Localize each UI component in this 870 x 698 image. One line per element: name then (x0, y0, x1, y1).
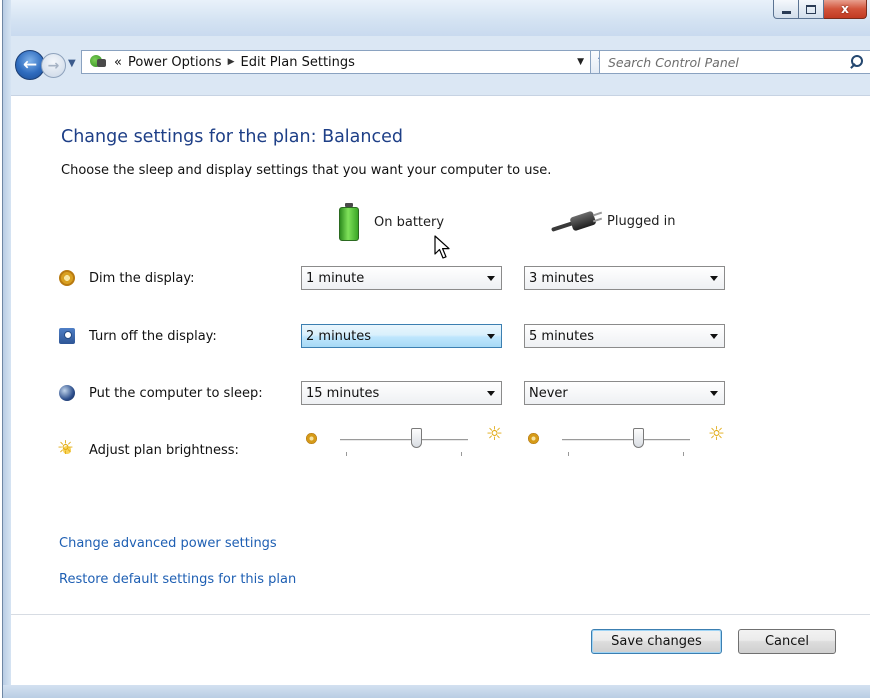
address-bar[interactable]: « Power Options ▶ Edit Plan Settings ▼ (81, 50, 591, 74)
navigation-bar: ← → ▼ « Power Options ▶ Edit Plan Settin… (11, 50, 870, 86)
mouse-cursor-icon (434, 235, 450, 259)
search-placeholder: Search Control Panel (608, 54, 739, 70)
page-title: Change settings for the plan: Balanced (61, 127, 403, 147)
setting-label-text: Dim the display: (89, 270, 195, 286)
maximize-button[interactable] (799, 0, 824, 19)
setting-label-dim-display: Dim the display: (59, 270, 194, 286)
dim-display-battery-select[interactable]: 1 minute (301, 266, 502, 290)
restore-defaults-link[interactable]: Restore default settings for this plan (59, 572, 296, 587)
control-panel-window: x ← → ▼ « Power Options ▶ Edit Plan Sett… (2, 0, 870, 698)
chevron-down-icon (487, 275, 495, 281)
setting-label-sleep: Put the computer to sleep: (59, 385, 263, 401)
close-button[interactable]: x (824, 0, 867, 19)
title-bar[interactable]: x (3, 0, 870, 36)
divider (11, 614, 870, 615)
breadcrumb-edit-plan-settings[interactable]: Edit Plan Settings (241, 55, 355, 70)
battery-icon (338, 203, 360, 241)
sleep-plugged-select[interactable]: Never (524, 381, 725, 405)
chevron-down-icon (710, 275, 718, 281)
setting-label-brightness: Adjust plan brightness: (57, 437, 239, 459)
column-header-battery: On battery (338, 203, 444, 241)
brightness-high-icon: ☼ (708, 423, 726, 445)
setting-label-turn-off-display: Turn off the display: (59, 328, 217, 344)
slider-thumb[interactable] (633, 428, 645, 448)
address-dropdown-icon[interactable]: ▼ (577, 57, 584, 67)
maximize-icon (806, 4, 816, 14)
page-description: Choose the sleep and display settings th… (61, 163, 552, 178)
minimize-button[interactable] (773, 0, 799, 19)
column-label-plugged: Plugged in (607, 213, 676, 229)
turn-off-display-plugged-select[interactable]: 5 minutes (524, 324, 725, 348)
close-icon: x (841, 2, 849, 16)
advanced-power-settings-link[interactable]: Change advanced power settings (59, 536, 277, 551)
cancel-button[interactable]: Cancel (738, 629, 836, 654)
dim-display-icon (59, 270, 75, 286)
slider-thumb[interactable] (411, 428, 423, 448)
back-arrow-icon: ← (22, 55, 38, 75)
search-input[interactable]: Search Control Panel (599, 50, 870, 74)
select-value: 5 minutes (529, 328, 595, 344)
select-value: 3 minutes (529, 270, 595, 286)
forward-arrow-icon: → (47, 57, 60, 74)
recent-pages-dropdown[interactable]: ▼ (68, 58, 76, 69)
breadcrumb-power-options[interactable]: Power Options (128, 55, 222, 70)
select-value: Never (529, 385, 568, 401)
window-frame-left (3, 0, 11, 698)
monitor-off-icon (59, 328, 75, 344)
power-plug-icon (551, 210, 603, 232)
column-label-battery: On battery (374, 214, 445, 230)
turn-off-display-battery-select[interactable]: 2 minutes (301, 324, 502, 348)
brightness-sun-icon (57, 437, 75, 459)
select-value: 15 minutes (306, 385, 380, 401)
select-value: 2 minutes (306, 328, 372, 344)
breadcrumb-separator-icon[interactable]: ▶ (228, 57, 235, 67)
sleep-battery-select[interactable]: 15 minutes (301, 381, 502, 405)
window-frame-bottom (3, 685, 870, 698)
slider-track[interactable] (340, 439, 468, 441)
brightness-low-icon (306, 433, 317, 444)
breadcrumb-overflow[interactable]: « (114, 55, 122, 70)
sleep-icon (59, 385, 75, 401)
brightness-high-icon: ☼ (486, 423, 504, 445)
dim-display-plugged-select[interactable]: 3 minutes (524, 266, 725, 290)
brightness-low-icon (528, 433, 539, 444)
minimize-icon (781, 10, 791, 14)
power-options-icon (88, 53, 108, 71)
chevron-down-icon (710, 333, 718, 339)
brightness-slider-battery[interactable]: ☼ (306, 423, 536, 458)
forward-button[interactable]: → (41, 53, 66, 78)
search-icon[interactable] (850, 55, 864, 69)
save-changes-button[interactable]: Save changes (591, 629, 722, 654)
setting-label-text: Adjust plan brightness: (89, 442, 239, 458)
brightness-slider-plugged[interactable]: ☼ (528, 423, 758, 458)
setting-label-text: Put the computer to sleep: (89, 385, 263, 401)
select-value: 1 minute (306, 270, 365, 286)
column-header-plugged: Plugged in (551, 210, 675, 232)
chevron-down-icon (487, 390, 495, 396)
slider-track[interactable] (562, 439, 690, 441)
chevron-down-icon (710, 390, 718, 396)
caption-buttons: x (773, 0, 867, 20)
chevron-down-icon (487, 333, 495, 339)
main-content: Change settings for the plan: Balanced C… (11, 95, 870, 686)
setting-label-text: Turn off the display: (89, 328, 217, 344)
